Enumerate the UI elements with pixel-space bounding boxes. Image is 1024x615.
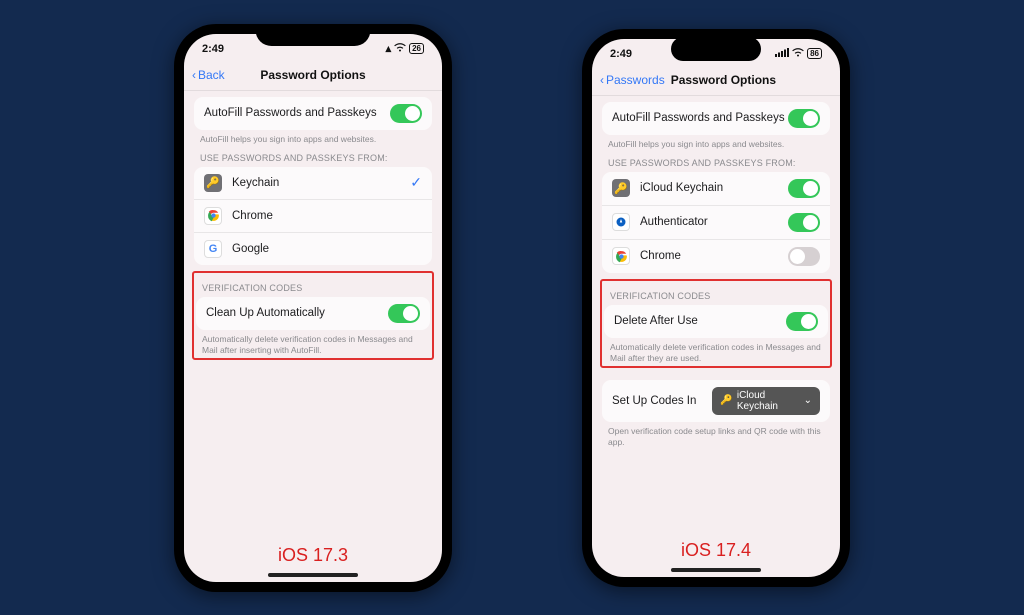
autofill-toggle[interactable] (788, 109, 820, 128)
battery-icon: 86 (807, 48, 822, 59)
setup-footer: Open verification code setup links and Q… (602, 422, 830, 448)
delete-label: Delete After Use (614, 315, 786, 327)
checkmark-icon: ✓ (410, 174, 422, 191)
setup-group: Set Up Codes In 🔑 iCloud Keychain ⌄ (602, 380, 830, 422)
delete-row[interactable]: Delete After Use (604, 305, 828, 338)
autofill-footer: AutoFill helps you sign into apps and we… (602, 135, 830, 150)
nav-bar: ‹ Passwords Password Options (592, 69, 840, 96)
autofill-group: AutoFill Passwords and Passkeys (602, 102, 830, 135)
setup-value: iCloud Keychain (737, 390, 800, 412)
chrome-icon (612, 247, 630, 265)
cleanup-toggle[interactable] (388, 304, 420, 323)
source-chrome[interactable]: Chrome (602, 240, 830, 273)
phone-left: 2:49 ▴ 26 ‹ Back Password Options AutoFi… (174, 24, 452, 592)
page-title: Password Options (260, 68, 365, 82)
verification-highlight: VERIFICATION CODES Delete After Use Auto… (600, 279, 832, 368)
autofill-label: AutoFill Passwords and Passkeys (612, 112, 788, 124)
updown-icon: ⌄ (804, 395, 812, 406)
verification-header: VERIFICATION CODES (196, 275, 430, 297)
status-time: 2:49 (202, 43, 224, 55)
autofill-row[interactable]: AutoFill Passwords and Passkeys (194, 97, 432, 130)
setup-codes-row[interactable]: Set Up Codes In 🔑 iCloud Keychain ⌄ (602, 380, 830, 422)
sources-header: USE PASSWORDS AND PASSKEYS FROM: (194, 145, 432, 167)
source-label: iCloud Keychain (640, 182, 788, 194)
keychain-icon: 🔑 (204, 174, 222, 192)
delete-toggle[interactable] (786, 312, 818, 331)
source-icloud[interactable]: 🔑 iCloud Keychain (602, 172, 830, 206)
autofill-row[interactable]: AutoFill Passwords and Passkeys (602, 102, 830, 135)
back-label: Back (198, 68, 225, 82)
sources-header: USE PASSWORDS AND PASSKEYS FROM: (602, 150, 830, 172)
verification-footer: Automatically delete verification codes … (196, 330, 430, 356)
sources-group: 🔑 Keychain ✓ Chrome G Google (194, 167, 432, 265)
source-toggle[interactable] (788, 247, 820, 266)
source-toggle[interactable] (788, 179, 820, 198)
source-toggle[interactable] (788, 213, 820, 232)
ios-version-label: iOS 17.4 (602, 530, 830, 571)
setup-value-pill[interactable]: 🔑 iCloud Keychain ⌄ (712, 387, 820, 415)
status-right: 86 (775, 48, 822, 60)
cleanup-label: Clean Up Automatically (206, 307, 388, 319)
back-button[interactable]: ‹ Passwords (600, 73, 665, 87)
chrome-icon (204, 207, 222, 225)
source-label: Chrome (640, 250, 788, 262)
notch (256, 24, 371, 46)
back-label: Passwords (606, 73, 665, 87)
cellular-icon (775, 48, 789, 60)
source-keychain[interactable]: 🔑 Keychain ✓ (194, 167, 432, 200)
ios-version-label: iOS 17.3 (194, 535, 432, 576)
sources-group: 🔑 iCloud Keychain Authenticator Chrome (602, 172, 830, 273)
source-chrome[interactable]: Chrome (194, 200, 432, 233)
phone-right: 2:49 86 ‹ Passwords Password Options A (582, 29, 850, 587)
home-indicator[interactable] (671, 568, 761, 572)
verification-group: Clean Up Automatically (196, 297, 430, 330)
cleanup-row[interactable]: Clean Up Automatically (196, 297, 430, 330)
battery-icon: 26 (409, 43, 424, 54)
autofill-toggle[interactable] (390, 104, 422, 123)
wifi-icon (792, 48, 804, 60)
verification-footer: Automatically delete verification codes … (604, 338, 828, 364)
content: AutoFill Passwords and Passkeys AutoFill… (184, 91, 442, 582)
verification-group: Delete After Use (604, 305, 828, 338)
source-authenticator[interactable]: Authenticator (602, 206, 830, 240)
content: AutoFill Passwords and Passkeys AutoFill… (592, 96, 840, 577)
source-label: Chrome (232, 210, 422, 222)
autofill-footer: AutoFill helps you sign into apps and we… (194, 130, 432, 145)
nav-bar: ‹ Back Password Options (184, 64, 442, 91)
chevron-left-icon: ‹ (192, 68, 196, 82)
authenticator-icon (612, 213, 630, 231)
source-label: Authenticator (640, 216, 788, 228)
keychain-icon: 🔑 (720, 395, 732, 406)
source-google[interactable]: G Google (194, 233, 432, 265)
screen-left: 2:49 ▴ 26 ‹ Back Password Options AutoFi… (184, 34, 442, 582)
keychain-icon: 🔑 (612, 179, 630, 197)
notch (671, 37, 761, 61)
status-time: 2:49 (610, 48, 632, 60)
chevron-left-icon: ‹ (600, 73, 604, 87)
google-icon: G (204, 240, 222, 258)
verification-header: VERIFICATION CODES (604, 283, 828, 305)
source-label: Keychain (232, 177, 410, 189)
verification-highlight: VERIFICATION CODES Clean Up Automaticall… (192, 271, 434, 360)
back-button[interactable]: ‹ Back (192, 68, 225, 82)
home-indicator[interactable] (268, 573, 358, 577)
wifi-icon (394, 43, 406, 55)
page-title: Password Options (671, 73, 776, 87)
autofill-label: AutoFill Passwords and Passkeys (204, 107, 390, 119)
signal-icon: ▴ (386, 42, 392, 55)
source-label: Google (232, 243, 422, 255)
setup-label: Set Up Codes In (612, 395, 696, 407)
status-right: ▴ 26 (386, 42, 424, 55)
screen-right: 2:49 86 ‹ Passwords Password Options A (592, 39, 840, 577)
autofill-group: AutoFill Passwords and Passkeys (194, 97, 432, 130)
